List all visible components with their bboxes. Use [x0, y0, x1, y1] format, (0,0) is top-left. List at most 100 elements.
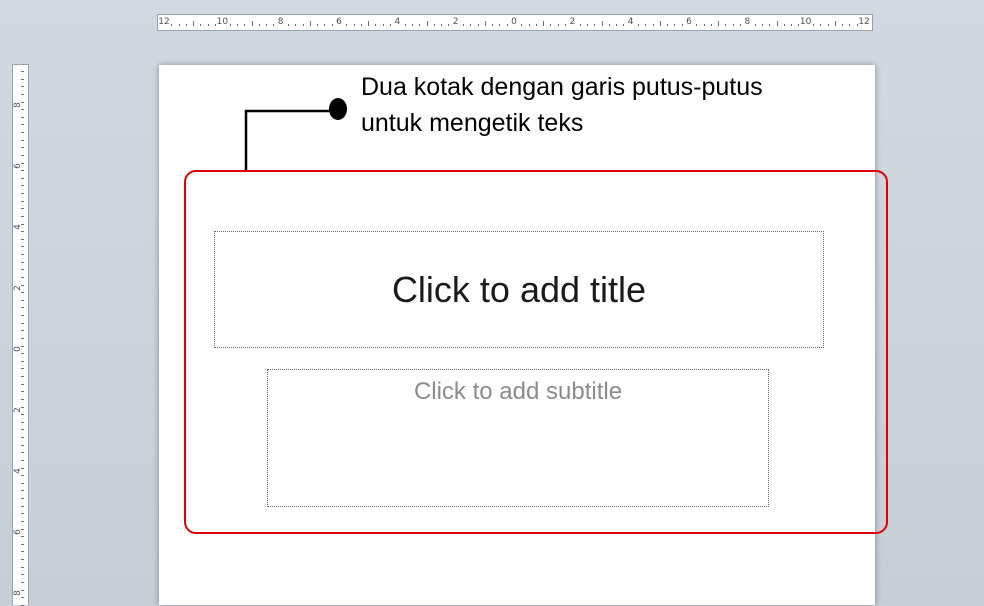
ruler-tick	[550, 24, 552, 26]
ruler-tick	[21, 139, 24, 141]
ruler-label: 8	[12, 102, 23, 108]
ruler-tick	[21, 215, 24, 217]
ruler-tick	[178, 24, 180, 26]
ruler-tick	[492, 24, 494, 26]
ruler-tick	[791, 24, 793, 26]
ruler-tick	[21, 109, 24, 111]
ruler-tick	[236, 24, 238, 26]
ruler-tick	[616, 24, 618, 26]
ruler-tick	[441, 24, 443, 26]
ruler-tick	[557, 24, 559, 26]
ruler-tick	[375, 24, 377, 26]
ruler-tick	[266, 24, 268, 26]
ruler-tick	[21, 429, 24, 431]
ruler-tick	[506, 24, 508, 26]
ruler-tick	[601, 21, 603, 26]
ruler-tick	[21, 307, 24, 309]
ruler-tick	[820, 24, 822, 26]
ruler-tick	[718, 21, 720, 26]
ruler-tick	[776, 21, 778, 26]
ruler-tick	[462, 24, 464, 26]
ruler-tick	[411, 24, 413, 26]
ruler-tick	[21, 505, 24, 507]
ruler-tick	[21, 124, 24, 126]
ruler-tick	[21, 559, 24, 560]
ruler-tick	[193, 21, 195, 26]
ruler-tick	[21, 93, 24, 95]
ruler-tick	[470, 24, 472, 26]
ruler-label: 0	[12, 346, 23, 352]
ruler-label: 10	[799, 17, 812, 27]
annotation-line-2: untuk mengetik teks	[361, 109, 584, 137]
ruler-label: 8	[12, 590, 23, 596]
ruler-tick	[696, 24, 698, 26]
ruler-tick	[484, 21, 486, 26]
ruler-tick	[477, 24, 479, 26]
ruler-label: 6	[12, 529, 23, 535]
ruler-tick	[382, 24, 384, 26]
ruler-tick	[21, 78, 24, 80]
ruler-tick	[608, 24, 610, 26]
ruler-label: 2	[12, 407, 23, 413]
ruler-label: 12	[858, 17, 870, 27]
annotation-line-1: Dua kotak dengan garis putus-putus	[361, 73, 763, 101]
ruler-label: 2	[569, 17, 576, 27]
ruler-tick	[674, 24, 676, 26]
ruler-label: 4	[12, 468, 23, 474]
ruler-label: 2	[12, 285, 23, 291]
ruler-label: 4	[12, 224, 23, 230]
ruler-tick	[21, 193, 24, 194]
ruler-tick	[740, 24, 742, 26]
ruler-tick	[404, 24, 406, 26]
ruler-tick	[623, 24, 625, 26]
ruler-tick	[21, 154, 24, 156]
ruler-tick	[21, 276, 24, 278]
ruler-tick	[659, 21, 661, 26]
ruler-tick	[21, 597, 24, 599]
ruler-tick	[21, 200, 24, 202]
ruler-tick	[21, 398, 24, 400]
ruler-tick	[769, 24, 771, 26]
ruler-tick	[258, 24, 260, 26]
ruler-tick	[229, 24, 231, 26]
ruler-tick	[21, 330, 24, 332]
annotation-text: Dua kotak dengan garis putus-putus untuk…	[361, 69, 861, 141]
ruler-tick	[645, 24, 647, 26]
ruler-tick	[21, 261, 24, 263]
ruler-tick	[637, 24, 639, 26]
ruler-tick	[433, 24, 435, 26]
ruler-tick	[21, 292, 24, 294]
ruler-tick	[21, 452, 24, 454]
ruler-tick	[681, 24, 683, 26]
ruler-tick	[185, 24, 187, 26]
ruler-tick	[448, 24, 450, 26]
ruler-tick	[21, 353, 24, 355]
ruler-tick	[273, 24, 275, 26]
ruler-tick	[21, 421, 24, 423]
ruler-tick	[21, 566, 24, 568]
ruler-tick	[21, 299, 24, 301]
ruler-tick	[21, 437, 24, 438]
ruler-tick	[309, 21, 311, 26]
ruler-tick	[528, 24, 530, 26]
ruler-tick	[21, 269, 24, 271]
ruler-tick	[842, 24, 844, 26]
ruler-tick	[200, 24, 202, 26]
ruler-tick	[21, 238, 24, 240]
ruler-tick	[834, 21, 836, 26]
ruler-tick	[652, 24, 654, 26]
ruler-tick	[390, 24, 392, 26]
highlight-frame	[184, 170, 888, 534]
ruler-tick	[21, 254, 24, 255]
ruler-tick	[565, 24, 567, 26]
ruler-tick	[244, 24, 246, 26]
ruler-tick	[761, 24, 763, 26]
ruler-tick	[21, 246, 24, 248]
ruler-tick	[521, 24, 523, 26]
ruler-tick	[21, 376, 24, 377]
ruler-tick	[21, 581, 24, 583]
ruler-tick	[21, 368, 24, 370]
ruler-label: 12	[158, 17, 170, 27]
ruler-tick	[353, 24, 355, 26]
ruler-tick	[732, 24, 734, 26]
